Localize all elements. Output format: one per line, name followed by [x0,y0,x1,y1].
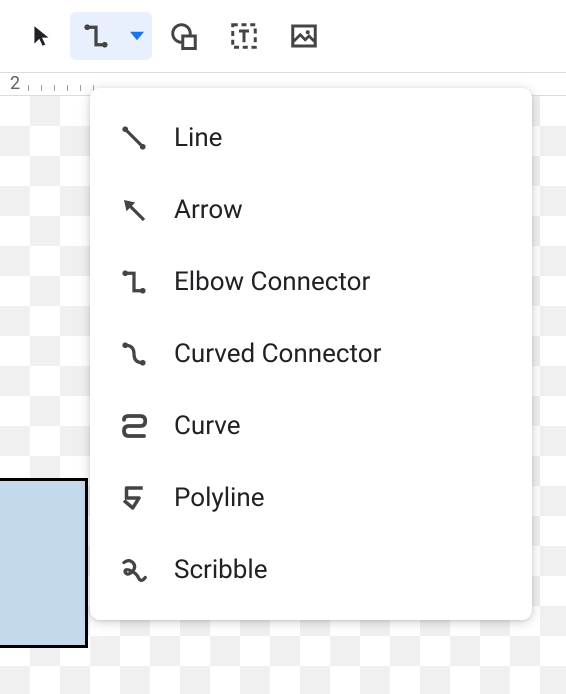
scribble-icon [118,554,150,586]
menu-item-elbow-connector[interactable]: Elbow Connector [90,246,532,318]
polyline-icon [118,482,150,514]
arrow-icon [118,194,150,226]
curve-icon [118,410,150,442]
line-tool-dropdown-button[interactable] [122,12,152,60]
menu-item-curve[interactable]: Curve [90,390,532,462]
menu-item-label: Elbow Connector [174,267,370,297]
canvas-shape-rectangle[interactable] [0,478,88,648]
image-icon [289,21,319,51]
menu-item-label: Curved Connector [174,339,381,369]
toolbar [0,0,566,72]
chevron-down-icon [130,29,144,43]
cursor-icon [29,23,55,49]
line-tool-group [70,12,152,60]
menu-item-arrow[interactable]: Arrow [90,174,532,246]
line-tool-dropdown-menu: Line Arrow Elbow Connector [90,88,532,620]
ruler-label: 2 [10,73,20,94]
line-tool-button[interactable] [70,12,122,60]
menu-item-curved-connector[interactable]: Curved Connector [90,318,532,390]
menu-item-polyline[interactable]: Polyline [90,462,532,534]
elbow-connector-icon [118,266,150,298]
textbox-tool-button[interactable] [216,12,272,60]
menu-item-label: Polyline [174,483,264,513]
elbow-connector-icon [81,21,111,51]
menu-item-label: Scribble [174,555,268,585]
shape-tool-button[interactable] [156,12,212,60]
select-tool-button[interactable] [18,12,66,60]
image-tool-button[interactable] [276,12,332,60]
textbox-icon [229,21,259,51]
menu-item-label: Line [174,123,222,153]
menu-item-label: Curve [174,411,241,441]
curved-connector-icon [118,338,150,370]
shape-icon [169,21,199,51]
menu-item-scribble[interactable]: Scribble [90,534,532,606]
line-icon [118,122,150,154]
menu-item-label: Arrow [174,195,243,225]
menu-item-line[interactable]: Line [90,102,532,174]
